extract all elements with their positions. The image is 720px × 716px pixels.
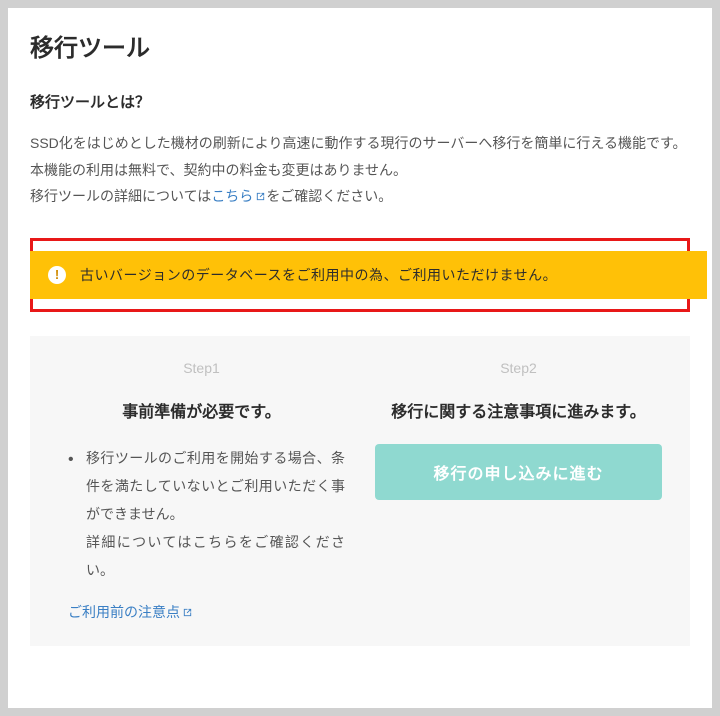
description-line-3-prefix: 移行ツールの詳細については (30, 188, 211, 204)
steps-container: Step1 事前準備が必要です。 移行ツールのご利用を開始する場合、条件を満たし… (30, 336, 690, 646)
precautions-link[interactable]: ご利用前の注意点 (68, 602, 193, 622)
description-line-3-suffix: をご確認ください。 (266, 188, 392, 204)
main-container: 移行ツール 移行ツールとは？ SSD化をはじめとした機材の刷新により高速に動作す… (8, 8, 712, 708)
description-line-1: SSD化をはじめとした機材の刷新により高速に動作する現行のサーバーへ移行を簡単に… (30, 135, 687, 151)
page-title: 移行ツール (30, 28, 690, 63)
description-block: SSD化をはじめとした機材の刷新により高速に動作する現行のサーバーへ移行を簡単に… (30, 130, 690, 210)
alert-message: 古いバージョンのデータベースをご利用中の為、ご利用いただけません。 (80, 265, 557, 285)
step-2-title: 移行に関する注意事項に進みます。 (375, 398, 662, 422)
step-2: Step2 移行に関する注意事項に進みます。 移行の申し込みに進む (375, 360, 662, 622)
external-link-icon (255, 184, 266, 195)
alert-highlight-box: ! 古いバージョンのデータベースをご利用中の為、ご利用いただけません。 (30, 238, 690, 312)
proceed-button[interactable]: 移行の申し込みに進む (375, 444, 662, 500)
step-1: Step1 事前準備が必要です。 移行ツールのご利用を開始する場合、条件を満たし… (58, 360, 345, 622)
step-1-label: Step1 (58, 360, 345, 376)
step-2-label: Step2 (375, 360, 662, 376)
alert-bar: ! 古いバージョンのデータベースをご利用中の為、ご利用いただけません。 (30, 251, 707, 299)
list-item: 移行ツールのご利用を開始する場合、条件を満たしていないとご利用いただく事ができま… (68, 444, 345, 584)
warning-icon: ! (48, 266, 66, 284)
subtitle: 移行ツールとは？ (30, 91, 690, 112)
step-1-title: 事前準備が必要です。 (58, 398, 345, 422)
step-1-list: 移行ツールのご利用を開始する場合、条件を満たしていないとご利用いただく事ができま… (58, 444, 345, 584)
description-line-2: 本機能の利用は無料で、契約中の料金も変更はありません。 (30, 162, 407, 178)
external-link-icon (182, 605, 193, 616)
details-link[interactable]: こちら (211, 188, 266, 204)
